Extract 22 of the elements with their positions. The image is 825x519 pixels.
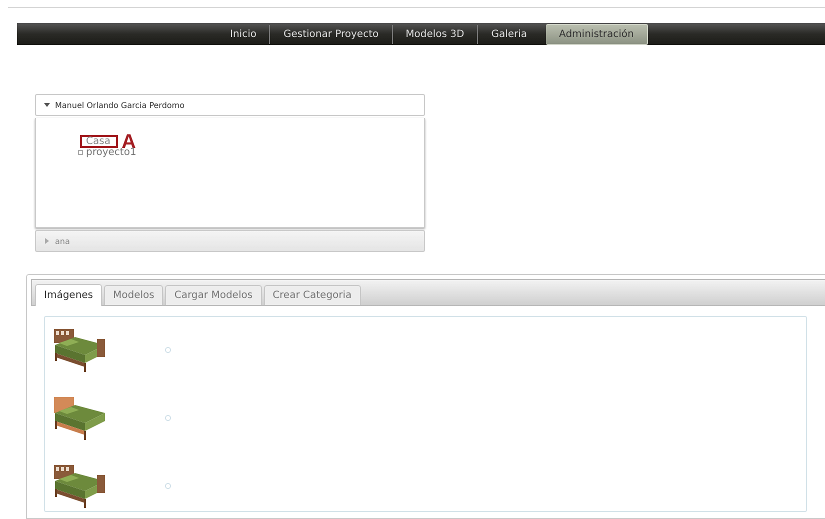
caret-down-icon bbox=[44, 102, 50, 108]
accordion-header[interactable]: Manuel Orlando Garcia Perdomo bbox=[35, 94, 425, 116]
accordion-title: ana bbox=[55, 236, 70, 246]
circle-icon bbox=[165, 483, 171, 489]
accordion-header[interactable]: ana bbox=[35, 230, 425, 252]
tab[interactable]: Modelos bbox=[104, 285, 164, 305]
annotation-label: A bbox=[121, 134, 136, 148]
nav-link[interactable]: Galeria bbox=[477, 24, 540, 44]
bullet-icon bbox=[78, 150, 83, 155]
nav-link[interactable]: Administración bbox=[546, 24, 648, 45]
circle-icon bbox=[165, 415, 171, 421]
caret-right-icon bbox=[44, 238, 50, 244]
tab[interactable]: Crear Categoria bbox=[264, 285, 361, 305]
tree-item[interactable]: proyecto1 bbox=[86, 147, 136, 158]
tree-item[interactable]: Casa bbox=[80, 135, 118, 148]
nav-link[interactable]: Gestionar Proyecto bbox=[269, 24, 392, 44]
accordion-title: Manuel Orlando Garcia Perdomo bbox=[55, 100, 184, 110]
tab[interactable]: Imágenes bbox=[35, 284, 102, 306]
nav-link[interactable]: Inicio bbox=[217, 24, 270, 44]
tab[interactable]: Cargar Modelos bbox=[165, 285, 262, 305]
circle-icon bbox=[165, 347, 171, 353]
nav-link[interactable]: Modelos 3D bbox=[392, 24, 478, 44]
